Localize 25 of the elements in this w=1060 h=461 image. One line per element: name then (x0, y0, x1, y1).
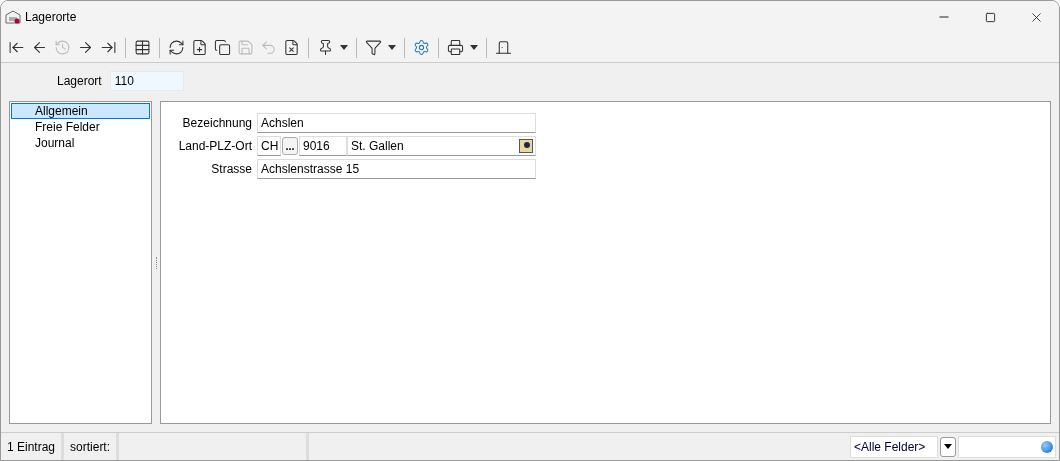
warehouse-icon (5, 10, 21, 24)
field-label: Strasse (210, 162, 253, 176)
record-count: 1 Eintrag (1, 433, 65, 460)
sidebar-item[interactable]: Freie Felder (11, 119, 150, 135)
input-field[interactable]: 110 (109, 71, 184, 91)
maximize-icon[interactable] (984, 11, 996, 23)
input-field[interactable]: CH (257, 136, 281, 156)
input-field[interactable]: Achslenstrasse 15 (257, 159, 536, 179)
splitter-handle[interactable] (155, 256, 157, 269)
dropdown-button[interactable] (940, 436, 956, 457)
field-select[interactable]: <Alle Felder> (850, 435, 938, 458)
caret-icon (944, 444, 952, 449)
sidebar-item[interactable]: Journal (11, 135, 150, 151)
window-title: Lagerorte (25, 10, 78, 24)
input-field[interactable]: St. Gallen (347, 136, 536, 156)
sort-status: sortiert: (64, 433, 120, 460)
input-field[interactable]: Achslen (257, 113, 536, 133)
lookup-button[interactable]: ... (282, 137, 298, 155)
field-label: Bezeichnung (181, 116, 253, 130)
field-label: Land-PLZ-Ort (177, 139, 253, 153)
sidebar-item[interactable]: Allgemein (11, 103, 150, 119)
globe-icon[interactable] (1041, 440, 1053, 453)
input-field[interactable]: 9016 (299, 136, 347, 156)
search-field[interactable] (958, 435, 1056, 458)
field-label: Lagerort (57, 74, 102, 88)
